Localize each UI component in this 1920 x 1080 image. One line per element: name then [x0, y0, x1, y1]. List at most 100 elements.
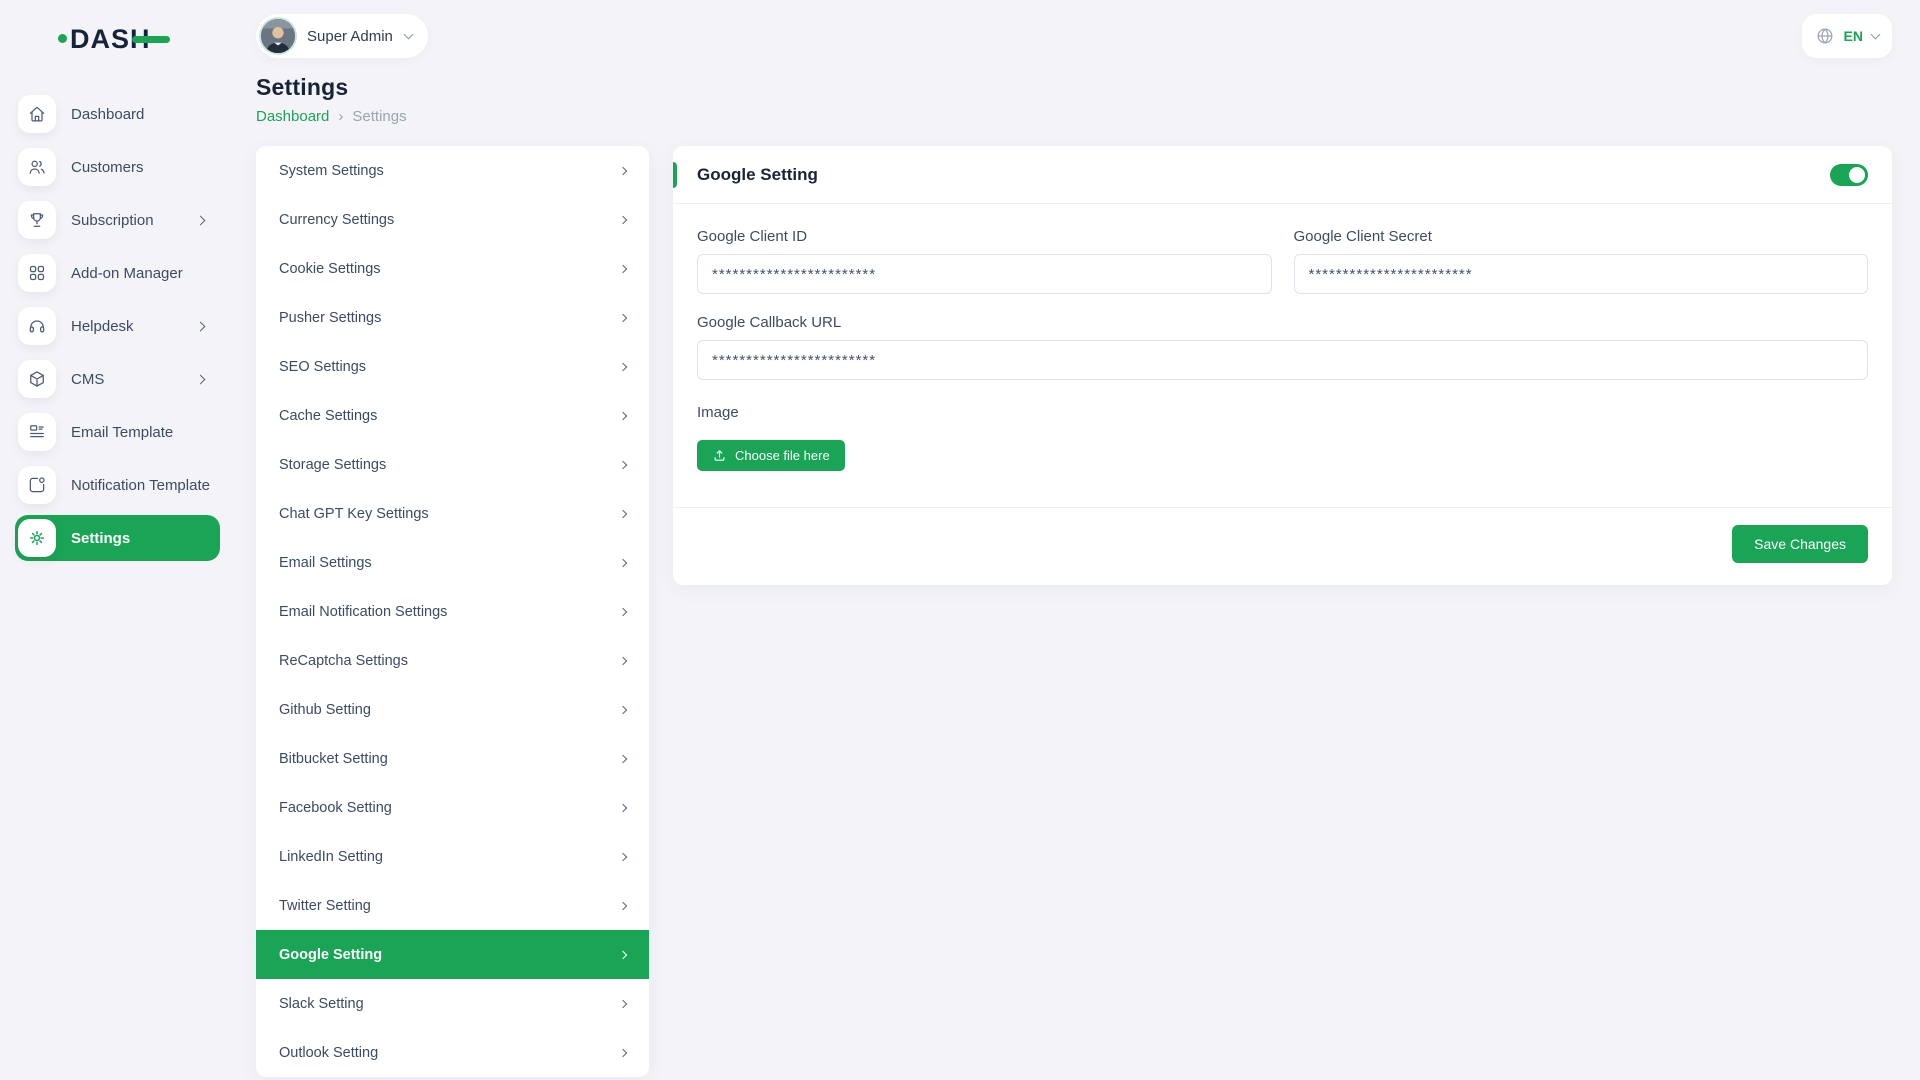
breadcrumb: Dashboard › Settings — [256, 108, 1892, 125]
settings-item-github[interactable]: Github Setting — [256, 685, 649, 734]
panel-footer: Save Changes — [673, 507, 1892, 585]
sidebar-item-label: Helpdesk — [71, 318, 134, 335]
topbar: Super Admin EN — [232, 0, 1920, 62]
avatar — [261, 19, 295, 53]
callback-url-input[interactable] — [697, 340, 1868, 380]
choose-file-button[interactable]: Choose file here — [697, 440, 845, 471]
chevron-right-icon — [619, 1048, 627, 1056]
globe-icon — [1815, 26, 1835, 46]
settings-item-seo[interactable]: SEO Settings — [256, 342, 649, 391]
save-changes-button[interactable]: Save Changes — [1732, 525, 1868, 563]
settings-item-cookie[interactable]: Cookie Settings — [256, 244, 649, 293]
settings-item-label: Email Notification Settings — [279, 604, 447, 620]
client-id-input[interactable] — [697, 254, 1272, 294]
sidebar: DASH Dashboard Customers Subscription — [0, 0, 232, 1080]
chevron-right-icon — [619, 215, 627, 223]
user-menu[interactable]: Super Admin — [256, 14, 428, 58]
settings-item-label: LinkedIn Setting — [279, 849, 383, 865]
sidebar-item-notification-template[interactable]: Notification Template — [15, 462, 220, 508]
settings-item-label: Email Settings — [279, 555, 372, 571]
sidebar-item-customers[interactable]: Customers — [15, 144, 220, 190]
sidebar-item-cms[interactable]: CMS — [15, 356, 220, 402]
settings-nav-list: System Settings Currency Settings Cookie… — [256, 146, 649, 1077]
chevron-right-icon — [619, 803, 627, 811]
client-id-label: Google Client ID — [697, 228, 1272, 245]
settings-item-linkedin[interactable]: LinkedIn Setting — [256, 832, 649, 881]
chevron-right-icon — [196, 374, 206, 384]
settings-item-email-notification[interactable]: Email Notification Settings — [256, 587, 649, 636]
chevron-right-icon — [619, 509, 627, 517]
trophy-icon — [18, 201, 56, 239]
settings-item-outlook[interactable]: Outlook Setting — [256, 1028, 649, 1077]
chevron-right-icon — [619, 313, 627, 321]
settings-item-label: Currency Settings — [279, 212, 394, 228]
google-setting-toggle[interactable] — [1830, 164, 1868, 186]
sidebar-item-dashboard[interactable]: Dashboard — [15, 91, 220, 137]
breadcrumb-dashboard-link[interactable]: Dashboard — [256, 108, 329, 125]
settings-item-label: Pusher Settings — [279, 310, 381, 326]
panel-header: Google Setting — [673, 146, 1892, 204]
settings-item-cache[interactable]: Cache Settings — [256, 391, 649, 440]
gear-icon — [18, 519, 56, 557]
language-code: EN — [1844, 28, 1863, 44]
sidebar-item-label: Subscription — [71, 212, 154, 229]
settings-item-label: Twitter Setting — [279, 898, 371, 914]
chevron-right-icon — [619, 901, 627, 909]
users-icon — [18, 148, 56, 186]
chevron-right-icon — [196, 215, 206, 225]
brand-logo[interactable]: DASH — [0, 0, 232, 83]
settings-item-twitter[interactable]: Twitter Setting — [256, 881, 649, 930]
template-icon — [18, 413, 56, 451]
settings-item-label: Chat GPT Key Settings — [279, 506, 429, 522]
settings-item-slack[interactable]: Slack Setting — [256, 979, 649, 1028]
settings-item-currency[interactable]: Currency Settings — [256, 195, 649, 244]
chevron-right-icon — [196, 321, 206, 331]
sidebar-item-label: Notification Template — [71, 477, 210, 494]
settings-item-google[interactable]: Google Setting — [256, 930, 649, 979]
sidebar-item-settings[interactable]: Settings — [15, 515, 220, 561]
client-secret-label: Google Client Secret — [1294, 228, 1869, 245]
settings-item-system[interactable]: System Settings — [256, 146, 649, 195]
sidebar-item-label: Email Template — [71, 424, 173, 441]
settings-item-label: Cookie Settings — [279, 261, 381, 277]
google-setting-panel: Google Setting Google Client ID Google C… — [673, 146, 1892, 585]
sidebar-item-label: Customers — [71, 159, 144, 176]
chevron-down-icon — [403, 30, 413, 40]
settings-item-recaptcha[interactable]: ReCaptcha Settings — [256, 636, 649, 685]
chevron-right-icon — [619, 166, 627, 174]
settings-item-label: ReCaptcha Settings — [279, 653, 408, 669]
sidebar-item-label: Add-on Manager — [71, 265, 183, 282]
sidebar-item-addon-manager[interactable]: Add-on Manager — [15, 250, 220, 296]
settings-item-email[interactable]: Email Settings — [256, 538, 649, 587]
settings-item-bitbucket[interactable]: Bitbucket Setting — [256, 734, 649, 783]
sidebar-item-label: CMS — [71, 371, 104, 388]
upload-icon — [712, 448, 727, 463]
settings-item-facebook[interactable]: Facebook Setting — [256, 783, 649, 832]
chevron-right-icon — [619, 607, 627, 615]
chevron-right-icon — [619, 950, 627, 958]
sidebar-item-label: Dashboard — [71, 106, 144, 123]
panel-title: Google Setting — [697, 165, 818, 185]
chevron-right-icon — [619, 999, 627, 1007]
toggle-knob — [1849, 167, 1865, 183]
chevron-right-icon — [619, 705, 627, 713]
chevron-right-icon — [619, 852, 627, 860]
settings-item-pusher[interactable]: Pusher Settings — [256, 293, 649, 342]
sidebar-item-subscription[interactable]: Subscription — [15, 197, 220, 243]
home-icon — [18, 95, 56, 133]
chevron-down-icon — [1871, 30, 1881, 40]
main-content: Settings Dashboard › Settings System Set… — [232, 62, 1920, 1077]
chevron-right-icon — [619, 362, 627, 370]
sidebar-item-email-template[interactable]: Email Template — [15, 409, 220, 455]
choose-file-label: Choose file here — [735, 448, 830, 463]
image-label: Image — [697, 404, 1868, 421]
dash-logo-icon: DASH — [58, 20, 170, 54]
client-secret-input[interactable] — [1294, 254, 1869, 294]
sidebar-item-helpdesk[interactable]: Helpdesk — [15, 303, 220, 349]
chevron-right-icon — [619, 754, 627, 762]
language-selector[interactable]: EN — [1802, 14, 1892, 58]
settings-item-storage[interactable]: Storage Settings — [256, 440, 649, 489]
settings-item-label: Facebook Setting — [279, 800, 392, 816]
settings-item-label: System Settings — [279, 163, 384, 179]
settings-item-chatgpt-key[interactable]: Chat GPT Key Settings — [256, 489, 649, 538]
